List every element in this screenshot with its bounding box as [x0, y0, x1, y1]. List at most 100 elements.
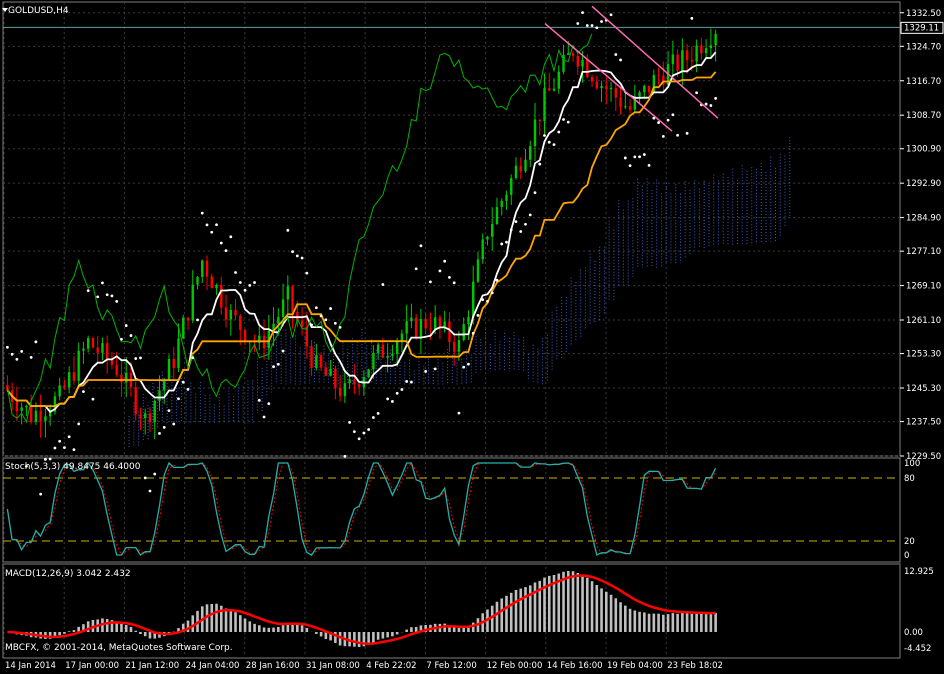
sar-dot — [86, 289, 90, 293]
macd-histogram-bar — [571, 571, 575, 632]
candle-body — [186, 317, 190, 321]
sar-dot — [234, 271, 237, 274]
sar-dot — [642, 153, 646, 156]
sar-dot — [196, 318, 199, 322]
candle-body — [182, 317, 185, 339]
copyright-label: MBCFX, © 2001-2014, MetaQuotes Software … — [5, 643, 233, 653]
candle-body — [619, 97, 622, 108]
sar-dot — [533, 191, 537, 195]
current-price-label: 1329.11 — [904, 23, 939, 33]
sar-dot — [139, 356, 142, 360]
candle-body — [215, 284, 218, 289]
sar-dot — [186, 387, 190, 391]
x-tick-label: 7 Feb 12:00 — [426, 661, 476, 671]
sar-dot — [457, 411, 461, 415]
parabolic-sar — [5, 11, 718, 496]
candle-body — [34, 410, 38, 422]
sar-dot — [638, 155, 641, 159]
chart-title: GOLDUSD,H4 — [8, 6, 69, 16]
sar-dot — [348, 420, 352, 424]
candle-body — [63, 385, 66, 388]
ichimoku-cloud — [128, 137, 791, 450]
sar-dot — [105, 293, 109, 297]
macd-panel — [7, 571, 717, 648]
sar-dot — [524, 222, 527, 226]
sar-dot — [224, 249, 228, 253]
tenkan-line — [6, 51, 717, 413]
sar-dot — [490, 291, 494, 295]
candle-body — [505, 194, 508, 201]
sar-dot — [581, 11, 584, 15]
candle-body — [224, 307, 228, 320]
macd-histogram-bar — [67, 631, 71, 632]
candle-body — [643, 85, 646, 93]
candle-body — [305, 326, 309, 347]
sar-dot — [367, 428, 371, 431]
sar-dot — [666, 118, 670, 122]
candle-body — [291, 286, 294, 312]
sar-dot — [34, 340, 38, 344]
sar-dot — [362, 431, 366, 435]
chart-canvas: 14 Jan 2014 17 Jan 00:00 21 Jan 12:00 24 Ja… — [2, 1, 944, 671]
sar-dot — [623, 156, 627, 160]
candle-body — [319, 355, 323, 368]
candle-body — [614, 87, 618, 98]
stoch-y-tick-label: 100 — [904, 459, 920, 469]
candle-body — [82, 348, 85, 351]
candle-body — [443, 321, 446, 327]
candle-body — [557, 71, 560, 89]
macd-histogram-bar — [714, 612, 717, 632]
candle-body — [163, 380, 166, 391]
candle-body — [419, 318, 423, 338]
sar-dot — [67, 435, 71, 439]
sar-dot — [267, 402, 271, 406]
candle-body — [595, 81, 598, 89]
sar-dot — [15, 357, 19, 361]
x-tick-label: 19 Feb 04:00 — [607, 661, 663, 671]
candle-body — [605, 86, 608, 90]
sar-dot — [547, 140, 551, 144]
macd-histogram-bar — [685, 613, 689, 632]
candle-body — [567, 53, 570, 55]
sar-dot — [486, 299, 489, 303]
sar-dot — [129, 334, 133, 337]
sar-dot — [134, 357, 138, 360]
candle-body — [220, 284, 223, 308]
macd-y-tick-label: 0.00 — [904, 628, 923, 638]
sar-dot — [181, 380, 185, 384]
candle-body — [205, 260, 209, 277]
sar-dot — [685, 131, 689, 135]
sar-dot — [709, 104, 713, 107]
sar-dot — [633, 155, 637, 159]
candle-body — [372, 352, 375, 370]
macd-histogram-bar — [576, 572, 580, 632]
candle-body — [429, 328, 432, 330]
macd-histogram-bar — [638, 611, 641, 632]
macd-histogram-bar — [58, 632, 61, 636]
macd-histogram-bar — [585, 577, 589, 632]
candle-body — [695, 45, 698, 62]
candle-body — [139, 414, 142, 419]
sar-dot — [500, 242, 504, 246]
macd-histogram-bar — [372, 632, 375, 643]
sar-dot — [695, 91, 699, 95]
sar-dot — [352, 430, 356, 434]
macd-histogram-bar — [143, 632, 147, 637]
sar-dot — [543, 134, 546, 137]
macd-histogram-bar — [277, 626, 280, 632]
candle-body — [519, 165, 522, 172]
macd-histogram-bar — [676, 613, 679, 632]
y-tick-label: 1261.10 — [906, 316, 941, 326]
sar-dot — [657, 121, 660, 124]
candle-body — [548, 88, 551, 91]
x-tick-label: 28 Jan 16:00 — [246, 661, 300, 671]
macd-histogram-bar — [224, 608, 228, 632]
candle-body — [533, 119, 537, 147]
macd-histogram-bar — [681, 612, 684, 632]
sar-dot — [614, 53, 618, 56]
macd-histogram-bar — [566, 571, 570, 632]
candle-body — [229, 309, 232, 320]
sar-dot — [381, 283, 385, 286]
macd-histogram-bar — [457, 627, 461, 632]
macd-histogram-bar — [652, 613, 656, 632]
